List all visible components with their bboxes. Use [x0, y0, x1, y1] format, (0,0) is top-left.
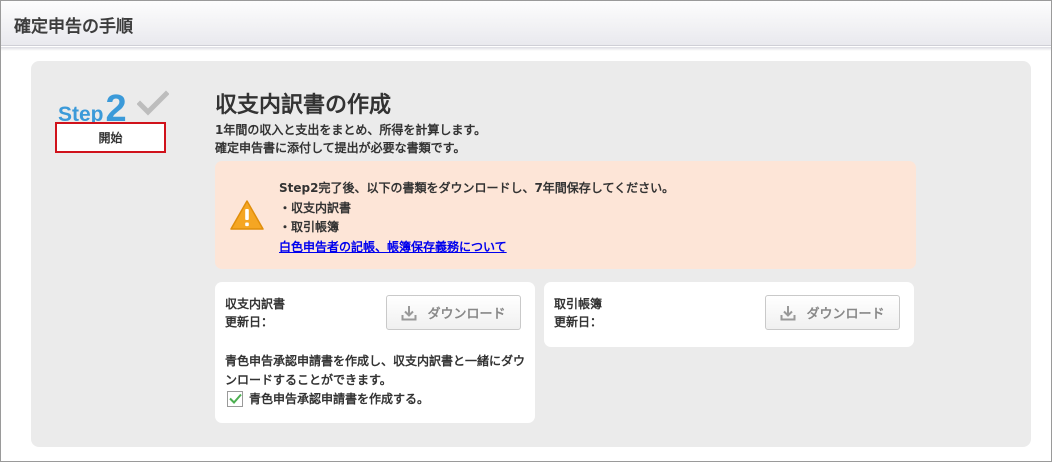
- header-title: 確定申告の手順: [14, 17, 133, 37]
- summary-download-card: 収支内訳書 更新日： ダウンロード 青色申告承認申請書を作成し、収支内訳書と一緒…: [215, 282, 535, 423]
- section-title: 収支内訳書の作成: [215, 93, 392, 118]
- notice-box: Step2完了後、以下の書類をダウンロードし、7年間保存してください。 ・収支内…: [215, 161, 916, 269]
- download-icon: [780, 305, 796, 320]
- notice-text: Step2完了後、以下の書類をダウンロードし、7年間保存してください。 ・収支内…: [279, 179, 674, 257]
- header-shadow: [1, 47, 1051, 51]
- ledger-download-card: 取引帳簿 更新日： ダウンロード: [544, 282, 914, 347]
- checkmark-icon: [228, 393, 242, 404]
- page-header: 確定申告の手順: [1, 1, 1051, 46]
- download-label: ダウンロード: [427, 307, 506, 322]
- summary-download-button[interactable]: ダウンロード: [386, 295, 521, 330]
- blue-filing-checkbox[interactable]: [227, 390, 243, 407]
- card-updated-label: 更新日：: [225, 315, 274, 329]
- download-label: ダウンロード: [806, 307, 885, 322]
- card-note: 青色申告承認申請書を作成し、収支内訳書と一緒にダウンロードすることができます。: [225, 354, 526, 387]
- check-icon: [137, 90, 169, 116]
- card-updated-label: 更新日：: [554, 315, 603, 329]
- checkbox-label: 青色申告承認申請書を作成する。: [249, 392, 430, 406]
- section-description-line1: 1年間の収入と支出をまとめ、所得を計算します。: [215, 123, 487, 137]
- bookkeeping-obligation-link[interactable]: 白色申告者の記帳、帳簿保存義務について: [279, 240, 507, 254]
- notice-item-ledger: ・取引帳簿: [279, 220, 340, 234]
- blue-filing-checkbox-row[interactable]: 青色申告承認申請書を作成する。: [227, 390, 429, 407]
- start-button[interactable]: 開始: [55, 122, 166, 153]
- warning-icon: [230, 200, 264, 230]
- ledger-download-button[interactable]: ダウンロード: [765, 295, 900, 330]
- section-description-line2: 確定申告書に添付して提出が必要な書類です。: [215, 141, 466, 155]
- notice-line: Step2完了後、以下の書類をダウンロードし、7年間保存してください。: [279, 181, 675, 195]
- card-name: 取引帳簿: [554, 297, 603, 311]
- notice-item-summary: ・収支内訳書: [279, 200, 352, 215]
- card-name: 収支内訳書: [225, 297, 286, 311]
- download-icon: [401, 305, 417, 320]
